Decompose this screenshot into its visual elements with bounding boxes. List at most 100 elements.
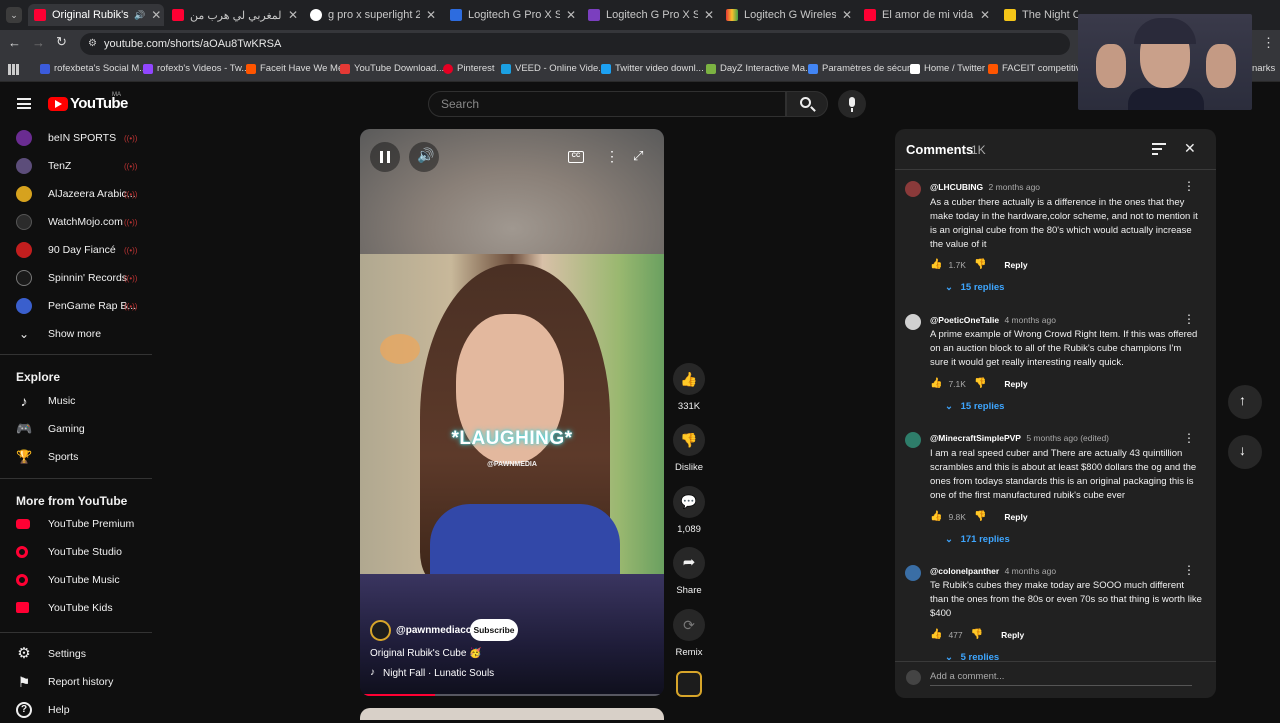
add-comment-input[interactable]: Add a comment... [930, 671, 1192, 686]
video-progress-bar[interactable] [364, 694, 660, 696]
browser-tab[interactable]: Logitech G Pro X Superlig ✕ [448, 4, 582, 26]
sidebar-item-subscription[interactable]: TenZ ((•)) [0, 153, 152, 179]
comment-avatar[interactable] [905, 432, 921, 448]
dislike-button[interactable]: 👎 Dislike [673, 424, 705, 473]
sidebar-show-more[interactable]: ⌄ Show more [0, 321, 152, 347]
browser-tab[interactable]: قصة المغربي لي هرب من ✕ [170, 4, 304, 26]
sidebar-item-subscription[interactable]: beIN SPORTS ((•)) [0, 125, 152, 151]
subscribe-button[interactable]: Subscribe [470, 619, 518, 641]
bookmark[interactable]: VEED - Online Vide... [501, 63, 606, 74]
comment-time[interactable]: 5 months ago (edited) [1026, 433, 1109, 443]
thumbs-up-icon[interactable]: 👍 [930, 629, 942, 640]
close-tab-icon[interactable]: ✕ [151, 8, 161, 22]
sort-icon[interactable] [1152, 143, 1166, 155]
channel-avatar[interactable] [370, 620, 391, 641]
comment-more-icon[interactable]: ⋮ [1183, 563, 1195, 577]
channel-handle[interactable]: @pawnmediaco [396, 625, 472, 636]
comment-avatar[interactable] [905, 565, 921, 581]
bookmark[interactable]: Twitter video downl... [601, 63, 704, 74]
sidebar-item-music[interactable]: ♪ Music [0, 388, 152, 414]
comment-author[interactable]: @colonelpanther [930, 566, 999, 576]
sidebar-item-youtube-music[interactable]: YouTube Music [0, 567, 152, 593]
thumbs-down-icon[interactable]: 👎 [974, 259, 986, 270]
menu-kebab-icon[interactable]: ⋮ [1262, 35, 1275, 51]
sidebar-item-subscription[interactable]: 90 Day Fiancé ((•)) [0, 237, 152, 263]
music-track[interactable]: Night Fall · Lunatic Souls [383, 668, 494, 679]
comment-author[interactable]: @MinecraftSimplePVP [930, 433, 1021, 443]
bookmark[interactable]: Home / Twitter [910, 63, 985, 74]
hamburger-menu-icon[interactable] [17, 98, 31, 109]
sidebar-item-youtube-studio[interactable]: YouTube Studio [0, 539, 152, 565]
thumbs-up-icon[interactable]: 👍 [930, 259, 942, 270]
browser-tab[interactable]: El amor de mi vida me im ✕ [862, 4, 996, 26]
sidebar-item-subscription[interactable]: Spinnin' Records ((•)) [0, 265, 152, 291]
close-tab-icon[interactable]: ✕ [842, 8, 852, 22]
sidebar-item-help[interactable]: ? Help [0, 697, 152, 723]
browser-tab[interactable]: Logitech G Wireless Gami ✕ [724, 4, 858, 26]
next-short-preview[interactable] [360, 708, 664, 720]
comment-time[interactable]: 4 months ago [1004, 315, 1056, 325]
view-replies-button[interactable]: ⌄ 15 replies [945, 401, 1004, 412]
all-bookmarks[interactable]: narks [1252, 63, 1275, 74]
site-info-icon[interactable]: ⚙ [88, 33, 97, 55]
previous-short-button[interactable]: ↑ [1228, 385, 1262, 419]
bookmark[interactable]: Faceit Have We Met [246, 63, 346, 74]
pause-button[interactable] [370, 142, 400, 172]
search-input[interactable]: Search [428, 91, 786, 117]
comment-author[interactable]: @LHCUBING [930, 182, 983, 192]
sidebar-item-subscription[interactable]: AlJazeera Arabic... ((•)) [0, 181, 152, 207]
thumbs-up-icon[interactable]: 👍 [930, 378, 942, 389]
volume-button[interactable]: 🔊 [409, 142, 439, 172]
sound-avatar[interactable] [676, 671, 702, 697]
more-options-icon[interactable]: ⋮ [605, 148, 619, 165]
comments-button[interactable]: 💬 1,089 [673, 486, 705, 535]
bookmark[interactable]: YouTube Download... [340, 63, 444, 74]
view-replies-button[interactable]: ⌄ 171 replies [945, 534, 1010, 545]
voice-search-button[interactable] [838, 90, 866, 118]
sidebar-item-report-history[interactable]: ⚑ Report history [0, 669, 152, 695]
close-icon[interactable]: ✕ [1184, 140, 1196, 157]
close-tab-icon[interactable]: ✕ [566, 8, 576, 22]
thumbs-up-icon[interactable]: 👍 [930, 511, 942, 522]
view-replies-button[interactable]: ⌄ 15 replies [945, 282, 1004, 293]
bookmark[interactable]: DayZ Interactive Ma... [706, 63, 813, 74]
fullscreen-icon[interactable]: ⤢ [633, 148, 643, 164]
sidebar-item-youtube-premium[interactable]: YouTube Premium [0, 511, 152, 537]
sidebar-item-settings[interactable]: ⚙ Settings [0, 641, 152, 667]
reload-icon[interactable]: ↻ [56, 34, 67, 50]
browser-tab[interactable]: g pro x superlight 2 marc ✕ [308, 4, 442, 26]
tab-list-dropdown-icon[interactable]: ⌄ [6, 7, 22, 23]
forward-arrow-icon[interactable]: → [32, 35, 45, 50]
browser-tab-active[interactable]: Original Rubik's Cube 🔊 ✕ [28, 4, 164, 26]
comment-time[interactable]: 4 months ago [1005, 566, 1057, 576]
sidebar-item-subscription[interactable]: PenGame Rap B... ((•)) [0, 293, 152, 319]
comment-author[interactable]: @PoeticOneTalie [930, 315, 999, 325]
reply-button[interactable]: Reply [1004, 260, 1027, 270]
comment-time[interactable]: 2 months ago [989, 182, 1041, 192]
close-tab-icon[interactable]: ✕ [426, 8, 436, 22]
like-button[interactable]: 👍 331K [673, 363, 705, 412]
browser-tab[interactable]: The Night Of (TV Mini S [1002, 4, 1078, 26]
thumbs-down-icon[interactable]: 👎 [974, 511, 986, 522]
share-button[interactable]: ➦ Share [673, 547, 705, 596]
bookmark[interactable]: rofexbeta's Social M... [40, 63, 147, 74]
url-field[interactable]: ⚙ youtube.com/shorts/aOAu8TwKRSA [80, 33, 1070, 55]
shorts-video-player[interactable]: *LAUGHING* @PAWNMEDIA 🔊 CC ⋮ ⤢ @pawnmedi… [360, 129, 664, 696]
thumbs-down-icon[interactable]: 👎 [974, 378, 986, 389]
close-tab-icon[interactable]: ✕ [980, 8, 990, 22]
bookmark[interactable]: Pinterest [443, 63, 495, 74]
comment-avatar[interactable] [905, 181, 921, 197]
reply-button[interactable]: Reply [1004, 512, 1027, 522]
sidebar-item-youtube-kids[interactable]: YouTube Kids [0, 595, 152, 621]
video-title[interactable]: Original Rubik's Cube 🥳 [370, 648, 482, 659]
close-tab-icon[interactable]: ✕ [288, 8, 298, 22]
remix-button[interactable]: ⟳ Remix [673, 609, 705, 658]
reply-button[interactable]: Reply [1001, 630, 1024, 640]
sidebar-item-sports[interactable]: 🏆 Sports [0, 444, 152, 470]
sidebar-item-gaming[interactable]: 🎮 Gaming [0, 416, 152, 442]
bookmark[interactable]: rofexb's Videos - Tw... [143, 63, 249, 74]
next-short-button[interactable]: ↓ [1228, 435, 1262, 469]
comment-more-icon[interactable]: ⋮ [1183, 179, 1195, 193]
comment-avatar[interactable] [905, 314, 921, 330]
thumbs-down-icon[interactable]: 👎 [971, 629, 983, 640]
